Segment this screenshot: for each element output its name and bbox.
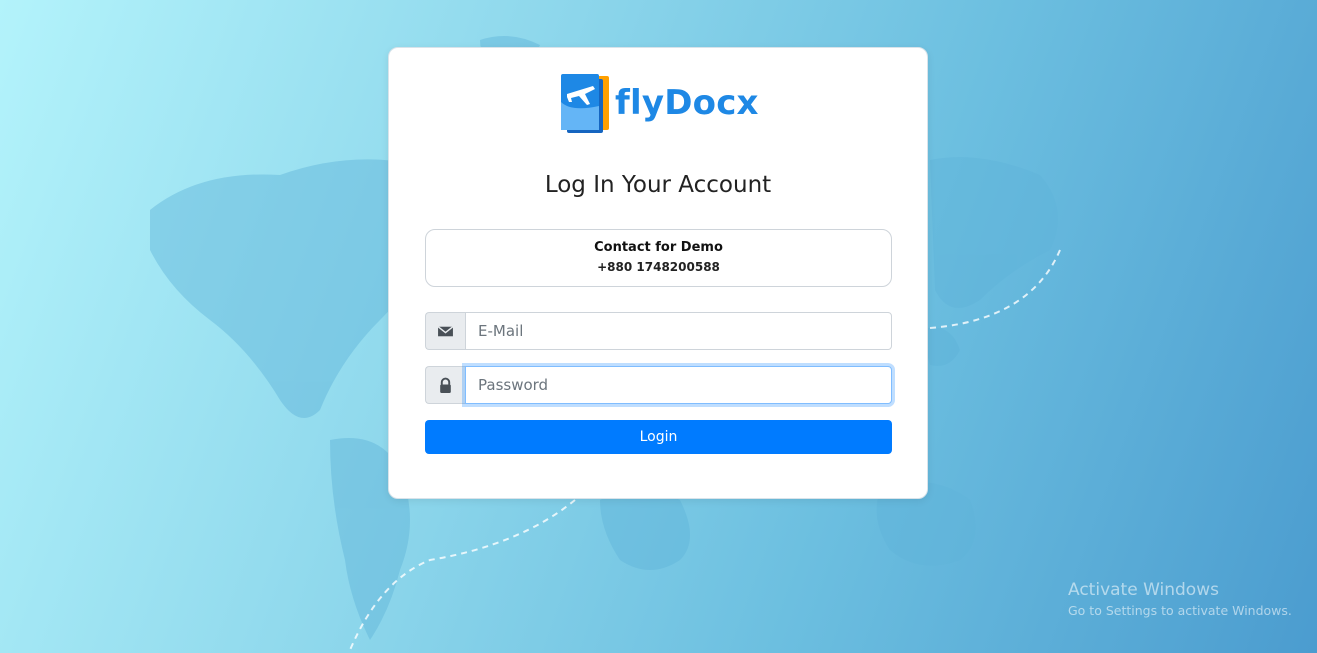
password-field[interactable] bbox=[465, 366, 892, 404]
email-field[interactable] bbox=[465, 312, 892, 350]
contact-box: Contact for Demo +880 1748200588 bbox=[425, 229, 892, 287]
windows-activation-watermark: Activate Windows Go to Settings to activ… bbox=[1068, 580, 1292, 618]
login-button[interactable]: Login bbox=[425, 420, 892, 454]
watermark-title: Activate Windows bbox=[1068, 580, 1219, 600]
contact-title: Contact for Demo bbox=[594, 240, 723, 255]
password-input-group bbox=[425, 366, 892, 404]
page-title: Log In Your Account bbox=[544, 172, 772, 198]
brand-name: flyDocx bbox=[615, 83, 759, 123]
envelope-icon bbox=[437, 325, 454, 336]
contact-phone: +880 1748200588 bbox=[597, 260, 720, 274]
login-card: flyDocx Log In Your Account Contact for … bbox=[388, 47, 928, 499]
plane-document-icon bbox=[561, 74, 609, 133]
watermark-subtitle: Go to Settings to activate Windows. bbox=[1068, 603, 1292, 618]
email-input-group bbox=[425, 312, 892, 350]
brand-logo: flyDocx bbox=[557, 72, 759, 134]
password-addon bbox=[425, 366, 465, 404]
lock-icon bbox=[440, 377, 451, 393]
email-addon bbox=[425, 312, 465, 350]
